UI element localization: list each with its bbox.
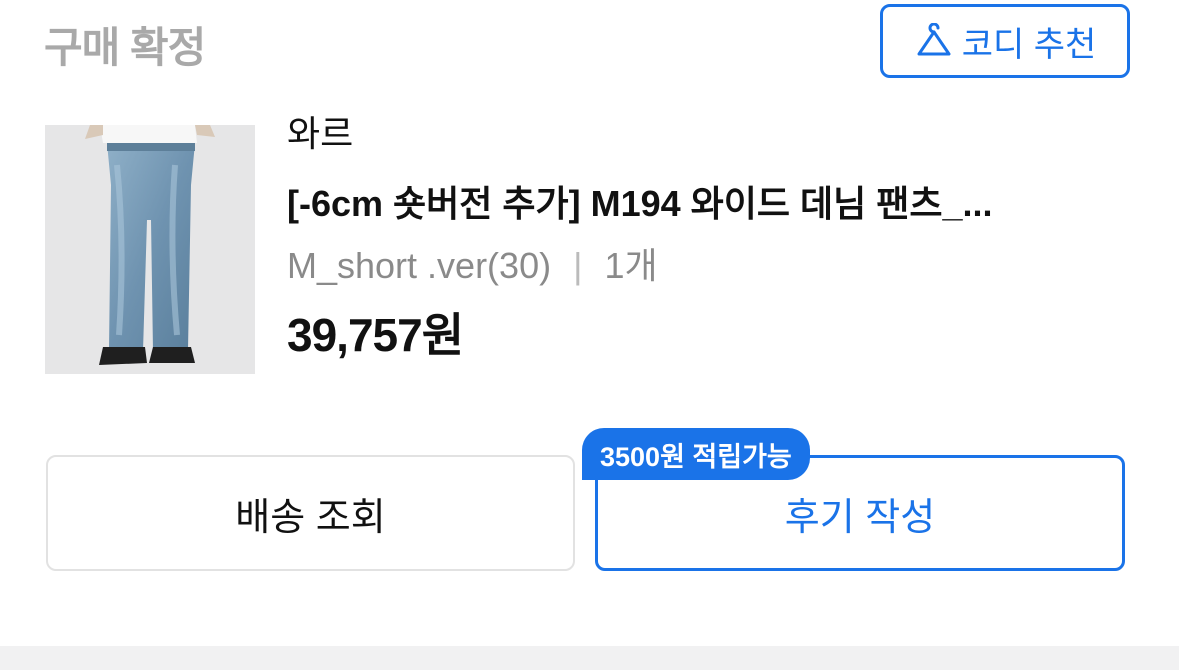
product-info: 와르 [-6cm 숏버전 추가] M194 와이드 데님 팬츠_... M_sh… [287,112,1147,362]
section-divider [0,646,1179,670]
product-brand[interactable]: 와르 [287,112,1147,156]
order-status-title: 구매 확정 [44,24,206,71]
track-shipping-label: 배송 조회 [235,496,386,539]
product-quantity: 1개 [604,245,658,286]
product-option: M_short .ver(30) [287,245,552,286]
product-price: 39,757원 [287,309,464,361]
product-thumbnail[interactable] [45,125,255,374]
coordi-recommend-label: 코디 추천 [961,25,1097,64]
review-reward-badge: 3500원 적립가능 [582,428,810,480]
product-option-row: M_short .ver(30) | 1개 [287,244,1147,288]
hanger-icon [914,23,954,59]
coordi-recommend-button[interactable]: 코디 추천 [880,4,1130,78]
product-name[interactable]: [-6cm 숏버전 추가] M194 와이드 데님 팬츠_... [287,182,1117,226]
option-separator: | [573,245,583,286]
track-shipping-button[interactable]: 배송 조회 [46,455,575,571]
write-review-label: 후기 작성 [784,496,936,539]
